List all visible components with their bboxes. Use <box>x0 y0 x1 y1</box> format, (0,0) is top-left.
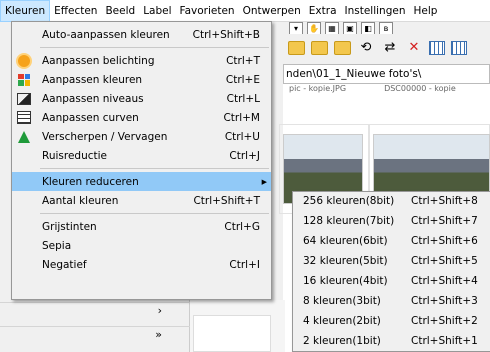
pane-section[interactable]: » <box>0 326 190 344</box>
menu-item-shortcut: Ctrl+M <box>223 111 260 124</box>
submenu-item-label: 8 kleuren(3bit) <box>303 295 381 307</box>
chevron-right-icon[interactable]: › <box>158 304 162 317</box>
menu-separator <box>40 213 269 214</box>
menu-effecten[interactable]: Effecten <box>50 0 101 22</box>
menu-item-label: Grijstinten <box>42 220 97 233</box>
submenu-item-5bit[interactable]: 32 kleuren(5bit) Ctrl+Shift+5 <box>293 252 490 272</box>
menu-item-label: Aantal kleuren <box>42 194 119 207</box>
folder-pane: › » <box>0 300 190 352</box>
menu-item-exposure[interactable]: Aanpassen belichting Ctrl+T <box>12 51 271 70</box>
open-folder-icon[interactable] <box>288 41 305 55</box>
submenu-item-label: 128 kleuren(7bit) <box>303 215 395 227</box>
submenu-item-shortcut: Ctrl+Shift+4 <box>411 275 478 287</box>
menu-bar: Kleuren Effecten Beeld Label Favorieten … <box>0 0 490 22</box>
menu-item-shortcut: Ctrl+Shift+T <box>193 194 260 207</box>
menu-beeld[interactable]: Beeld <box>101 0 139 22</box>
submenu-item-4bit[interactable]: 16 kleuren(4bit) Ctrl+Shift+4 <box>293 272 490 292</box>
submenu-item-label: 32 kleuren(5bit) <box>303 255 388 267</box>
menu-extra[interactable]: Extra <box>305 0 341 22</box>
menu-item-shortcut: Ctrl+I <box>229 258 260 271</box>
submenu-item-label: 16 kleuren(4bit) <box>303 275 388 287</box>
menu-label[interactable]: Label <box>139 0 175 22</box>
submenu-item-shortcut: Ctrl+Shift+1 <box>411 335 478 347</box>
kleuren-dropdown-menu: Auto-aanpassen kleuren Ctrl+Shift+B Aanp… <box>11 21 272 300</box>
menu-item-shortcut: Ctrl+L <box>226 92 260 105</box>
levels-icon <box>16 91 32 106</box>
submenu-item-shortcut: Ctrl+Shift+2 <box>411 315 478 327</box>
thumbnail-frame[interactable] <box>193 315 271 352</box>
menu-item-label: Verscherpen / Vervagen <box>42 130 168 143</box>
menu-item-levels[interactable]: Aanpassen niveaus Ctrl+L <box>12 89 271 108</box>
file-column-headers: pic - kopie.JPG DSC00000 - kopie <box>283 84 490 94</box>
menu-favorieten[interactable]: Favorieten <box>176 0 239 22</box>
menu-item-label: Aanpassen curven <box>42 111 139 124</box>
color-adjust-icon <box>16 72 32 87</box>
file-name-1: pic - kopie.JPG <box>289 84 347 93</box>
submenu-item-label: 64 kleuren(6bit) <box>303 235 388 247</box>
menu-item-label: Ruisreductie <box>42 149 107 162</box>
menu-ontwerpen[interactable]: Ontwerpen <box>239 0 305 22</box>
menu-item-label: Aanpassen belichting <box>42 54 155 67</box>
submenu-item-label: 4 kleuren(2bit) <box>303 315 381 327</box>
menu-item-auto-adjust[interactable]: Auto-aanpassen kleuren Ctrl+Shift+B <box>12 25 271 44</box>
menu-item-negative[interactable]: Negatief Ctrl+I <box>12 255 271 274</box>
menu-item-shortcut: Ctrl+U <box>224 130 260 143</box>
submenu-item-8bit[interactable]: 256 kleuren(8bit) Ctrl+Shift+8 <box>293 192 490 212</box>
menu-item-label: Auto-aanpassen kleuren <box>42 28 170 41</box>
menu-help[interactable]: Help <box>410 0 442 22</box>
submenu-item-2bit[interactable]: 4 kleuren(2bit) Ctrl+Shift+2 <box>293 312 490 332</box>
submenu-item-label: 256 kleuren(8bit) <box>303 195 395 207</box>
main-toolbar: ⟲ ⇄ ✕ <box>280 34 490 62</box>
menu-item-colors[interactable]: Aanpassen kleuren Ctrl+E <box>12 70 271 89</box>
details-view-icon[interactable] <box>451 41 467 55</box>
sharpen-icon <box>16 129 32 144</box>
submenu-item-shortcut: Ctrl+Shift+7 <box>411 215 478 227</box>
folder-icon[interactable] <box>311 41 328 55</box>
exposure-icon <box>16 53 32 68</box>
thumbnail-view-icon[interactable] <box>429 41 445 55</box>
menu-item-shortcut: Ctrl+T <box>226 54 260 67</box>
submenu-item-3bit[interactable]: 8 kleuren(3bit) Ctrl+Shift+3 <box>293 292 490 312</box>
menu-item-label: Aanpassen niveaus <box>42 92 144 105</box>
menu-separator <box>40 47 269 48</box>
submenu-item-7bit[interactable]: 128 kleuren(7bit) Ctrl+Shift+7 <box>293 212 490 232</box>
submenu-item-shortcut: Ctrl+Shift+8 <box>411 195 478 207</box>
menu-item-curves[interactable]: Aanpassen curven Ctrl+M <box>12 108 271 127</box>
menu-item-label: Negatief <box>42 258 87 271</box>
menu-kleuren[interactable]: Kleuren <box>0 0 51 22</box>
menu-item-color-count[interactable]: Aantal kleuren Ctrl+Shift+T <box>12 191 271 210</box>
new-folder-icon[interactable] <box>334 41 351 55</box>
menu-item-sepia[interactable]: Sepia <box>12 236 271 255</box>
copy-icon[interactable]: ⇄ <box>381 39 399 57</box>
menu-item-label: Aanpassen kleuren <box>42 73 143 86</box>
menu-separator <box>40 168 269 169</box>
double-chevron-down-icon[interactable]: » <box>155 328 162 341</box>
menu-item-shortcut: Ctrl+E <box>225 73 260 86</box>
menu-item-shortcut: Ctrl+Shift+B <box>192 28 260 41</box>
submenu-item-shortcut: Ctrl+Shift+3 <box>411 295 478 307</box>
menu-item-label: Kleuren reduceren <box>42 175 139 188</box>
menu-item-shortcut: Ctrl+G <box>224 220 260 233</box>
menu-item-shortcut: Ctrl+J <box>229 149 260 162</box>
menu-instellingen[interactable]: Instellingen <box>341 0 410 22</box>
submenu-item-shortcut: Ctrl+Shift+5 <box>411 255 478 267</box>
path-bar[interactable]: nden\01_1_Nieuwe foto's\ <box>283 64 490 84</box>
menu-item-sharpen-blur[interactable]: Verscherpen / Vervagen Ctrl+U <box>12 127 271 146</box>
submenu-item-shortcut: Ctrl+Shift+6 <box>411 235 478 247</box>
submenu-item-1bit[interactable]: 2 kleuren(1bit) Ctrl+Shift+1 <box>293 332 490 352</box>
reduce-colors-submenu: 256 kleuren(8bit) Ctrl+Shift+8 128 kleur… <box>292 191 490 352</box>
menu-item-reduce-colors[interactable]: Kleuren reduceren ▶ <box>12 172 271 191</box>
submenu-item-6bit[interactable]: 64 kleuren(6bit) Ctrl+Shift+6 <box>293 232 490 252</box>
move-icon[interactable]: ⟲ <box>357 39 375 57</box>
submenu-item-label: 2 kleuren(1bit) <box>303 335 381 347</box>
curves-icon <box>16 110 32 125</box>
pane-section[interactable]: › <box>0 302 190 320</box>
menu-item-noise-reduction[interactable]: Ruisreductie Ctrl+J <box>12 146 271 165</box>
file-name-2: DSC00000 - kopie <box>384 84 456 93</box>
delete-icon[interactable]: ✕ <box>405 39 423 57</box>
submenu-arrow-icon: ▶ <box>261 177 267 186</box>
menu-item-label: Sepia <box>42 239 72 252</box>
menu-item-grayscale[interactable]: Grijstinten Ctrl+G <box>12 217 271 236</box>
